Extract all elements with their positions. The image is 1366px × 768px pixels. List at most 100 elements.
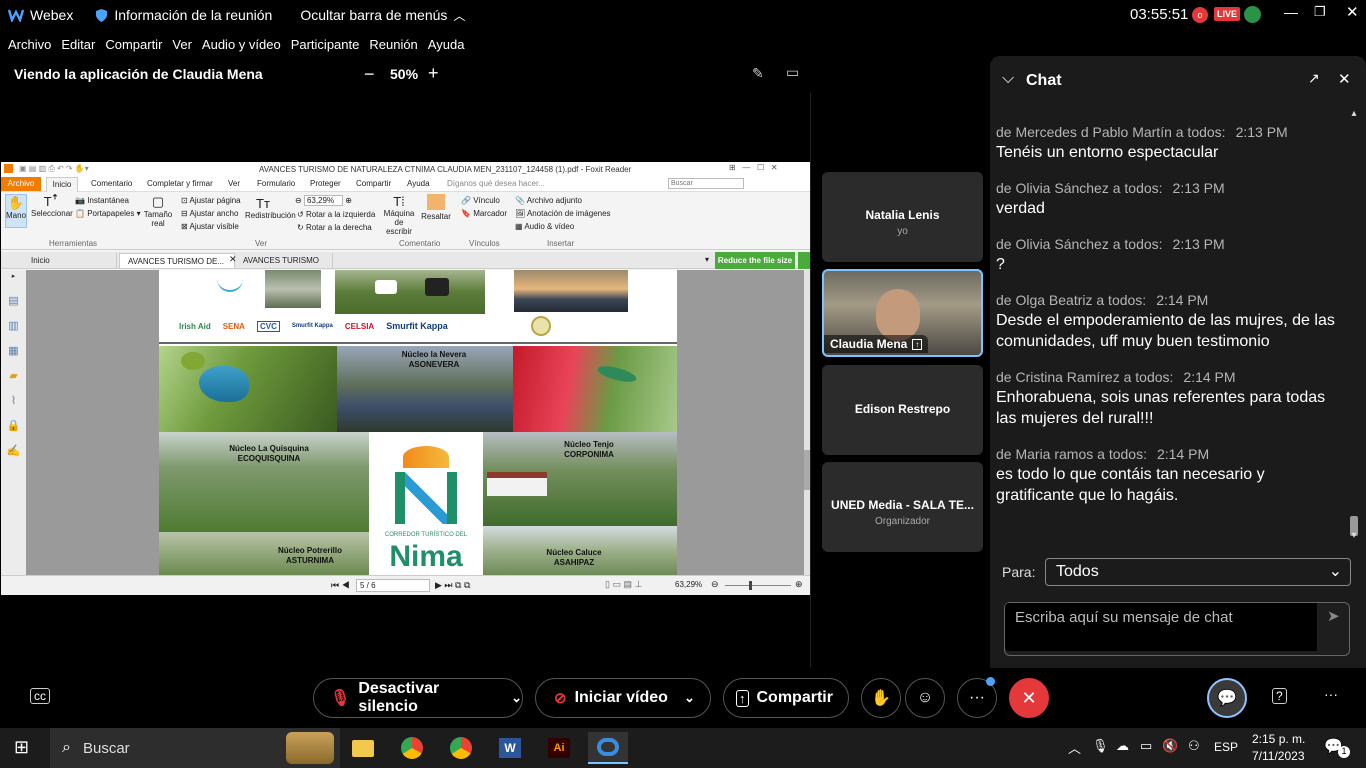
collapse-chat-icon[interactable]: ⌵ xyxy=(1002,70,1014,88)
tile-natalia[interactable]: Natalia Lenis yo xyxy=(822,172,983,262)
recipient-select[interactable]: Todos ⌄ xyxy=(1045,558,1351,586)
security-icon[interactable]: 🔒 xyxy=(1,419,26,432)
minimize-icon[interactable]: — xyxy=(1284,4,1298,20)
page-nav-next-icons[interactable]: ▶ ⏭ ⧉ ⧉ xyxy=(435,580,470,591)
pages-icon[interactable]: ▤ xyxy=(1,294,26,307)
comments-icon[interactable]: ▰ xyxy=(1,369,26,382)
fit-visible-tool[interactable]: ⊠ Ajustar visible xyxy=(181,222,239,231)
rotate-left-tool[interactable]: ↺ Rotar a la izquierda xyxy=(297,210,375,219)
pdf-document-area[interactable]: Irish Aid SENA CVC Smurfit Kappa CELSIA … xyxy=(26,270,808,575)
doc-tab-active[interactable]: AVANCES TURISMO DE... xyxy=(119,253,235,269)
tell-me-field[interactable]: Díganos qué desea hacer... xyxy=(447,179,545,188)
fit-width-tool[interactable]: ⊟ Ajustar ancho xyxy=(181,209,238,218)
mute-chevron-icon[interactable]: ⌄ xyxy=(511,690,522,706)
thumbnails-icon[interactable]: ▥ xyxy=(1,319,26,332)
popout-chat-icon[interactable]: ↗ xyxy=(1308,70,1320,87)
menu-item-reunion[interactable]: Reunión xyxy=(369,37,417,52)
image-annotation-tool[interactable]: 🖼 Anotación de imágenes xyxy=(515,209,611,218)
layers-icon[interactable]: ▦ xyxy=(1,344,26,357)
foxit-window-controls[interactable]: ⊞ — ☐ ✕ xyxy=(729,163,778,172)
doc-tab-second[interactable]: AVANCES TURISMO D... xyxy=(237,253,333,280)
video-chevron-icon[interactable]: ⌄ xyxy=(684,690,695,706)
chrome-icon[interactable] xyxy=(392,732,432,764)
page-number-field[interactable]: 5 / 6 xyxy=(356,579,430,592)
send-icon[interactable]: ➤ xyxy=(1327,607,1340,625)
expand-panel-icon[interactable]: ▸ xyxy=(1,272,26,280)
meeting-info-button[interactable]: Información de la reunión xyxy=(95,7,272,23)
actual-size-tool[interactable]: ▢ Tamaño real xyxy=(143,194,173,228)
attachments-icon[interactable]: ⌇ xyxy=(1,394,26,407)
tab-archivo[interactable]: Archivo xyxy=(1,177,41,191)
scroll-up-icon[interactable]: ▴ xyxy=(1348,108,1360,119)
status-zoom-in-icon[interactable]: ⊕ xyxy=(795,579,803,590)
tray-chevron-icon[interactable]: ︿ xyxy=(1068,738,1081,757)
fit-page-tool[interactable]: ⊡ Ajustar página xyxy=(181,196,241,205)
signature-icon[interactable]: ✍ xyxy=(1,444,26,457)
webex-taskbar-icon[interactable] xyxy=(588,732,628,764)
share-button[interactable]: ↑ Compartir xyxy=(723,678,849,718)
close-chat-icon[interactable]: ✕ xyxy=(1338,70,1351,88)
chat-input[interactable]: Escriba aquí su mensaje de chat ➤ xyxy=(1004,602,1350,656)
chrome-profile-icon[interactable] xyxy=(441,732,481,764)
windows-start-icon[interactable]: ⊞ xyxy=(14,737,29,758)
link-tool[interactable]: 🔗 Vínculo xyxy=(461,196,500,205)
toggle-icon[interactable] xyxy=(798,252,810,269)
menu-item-ayuda[interactable]: Ayuda xyxy=(428,37,465,52)
annotate-icon[interactable]: ✎ xyxy=(752,65,764,82)
rotate-right-tool[interactable]: ↻ Rotar a la derecha xyxy=(297,223,372,232)
illustrator-icon[interactable]: Ai xyxy=(539,732,579,764)
tab-formulario[interactable]: Formulario xyxy=(257,179,295,188)
status-zoom-out-icon[interactable]: ⊖ xyxy=(711,579,719,590)
view-mode-icons[interactable]: ▯ ▭ ▤ ⊥ xyxy=(605,579,642,590)
zoom-slider[interactable] xyxy=(725,585,791,586)
reduce-file-size-button[interactable]: Reduce the file size xyxy=(715,252,795,269)
quick-access-icons[interactable]: ▣ ▤ ▥ ⎙ ↶ ↷ ✋▾ xyxy=(19,164,89,174)
tab-proteger[interactable]: Proteger xyxy=(310,179,341,188)
more-options-button[interactable]: ··· xyxy=(957,677,997,718)
menu-item-compartir[interactable]: Compartir xyxy=(105,37,162,52)
network-icon[interactable]: ⚇ xyxy=(1188,738,1200,754)
menu-item-ver[interactable]: Ver xyxy=(172,37,192,52)
highlight-tool[interactable]: Resaltar xyxy=(421,194,451,221)
menu-item-editar[interactable]: Editar xyxy=(61,37,95,52)
language-indicator[interactable]: ESP xyxy=(1214,740,1238,754)
tab-comentario[interactable]: Comentario xyxy=(91,179,132,188)
panel-more-icon[interactable]: ··· xyxy=(1324,686,1338,702)
menu-item-archivo[interactable]: Archivo xyxy=(8,37,51,52)
captions-icon[interactable]: cc xyxy=(30,688,50,704)
menu-item-participante[interactable]: Participante xyxy=(291,37,360,52)
hide-menu-button[interactable]: Ocultar barra de menús ︿ xyxy=(300,7,465,24)
battery-icon[interactable]: ▭ xyxy=(1140,738,1152,754)
taskbar-time[interactable]: 2:15 p. m. xyxy=(1252,732,1305,746)
taskbar-search[interactable]: ⌕ Buscar xyxy=(50,728,340,768)
bookmark-tool[interactable]: 🔖 Marcador xyxy=(461,209,507,218)
restore-icon[interactable]: ❐ xyxy=(1314,4,1326,20)
close-icon[interactable]: ✕ xyxy=(1346,3,1359,21)
foxit-search-input[interactable] xyxy=(668,178,744,189)
zoom-out-icon[interactable]: − xyxy=(364,64,375,85)
word-icon[interactable]: W xyxy=(490,732,530,764)
zoom-slider-thumb[interactable] xyxy=(749,581,752,590)
help-icon[interactable]: ? xyxy=(1272,688,1287,704)
mute-button[interactable]: 🎙 Desactivar silencio ⌄ xyxy=(313,678,523,718)
tile-claudia[interactable]: Claudia Mena ↑ xyxy=(822,269,983,357)
pdf-scrollbar[interactable] xyxy=(804,270,810,575)
chat-toggle-button[interactable]: 💬 xyxy=(1207,678,1247,718)
menu-item-audio[interactable]: Audio y vídeo xyxy=(202,37,281,52)
cloud-icon[interactable]: ☁ xyxy=(1116,738,1129,754)
tile-uned[interactable]: UNED Media - SALA TE... Organizador xyxy=(822,462,983,552)
start-video-button[interactable]: ⊘ Iniciar vídeo ⌄ xyxy=(535,678,711,718)
popout-view-icon[interactable]: ▭ xyxy=(786,64,799,81)
reflow-tool[interactable]: Tт Redistribución xyxy=(245,196,296,220)
hand-tool[interactable]: ✋ Mano xyxy=(5,194,27,228)
leave-meeting-button[interactable]: ✕ xyxy=(1009,678,1049,718)
tab-ayuda[interactable]: Ayuda xyxy=(407,179,430,188)
tab-ver[interactable]: Ver xyxy=(228,179,240,188)
attachment-tool[interactable]: 📎 Archivo adjunto xyxy=(515,196,582,205)
tabs-dropdown-icon[interactable]: ▾ xyxy=(705,255,709,264)
tab-inicio[interactable]: Inicio xyxy=(46,177,78,192)
foxit-reader-window[interactable]: ▣ ▤ ▥ ⎙ ↶ ↷ ✋▾ AVANCES TURISMO DE NATURA… xyxy=(1,162,810,595)
close-tab-icon[interactable]: ✕ xyxy=(229,254,237,265)
typewriter-tool[interactable]: T⁞ Máquina de escribir xyxy=(382,194,416,236)
raise-hand-button[interactable]: ✋ xyxy=(861,678,901,718)
